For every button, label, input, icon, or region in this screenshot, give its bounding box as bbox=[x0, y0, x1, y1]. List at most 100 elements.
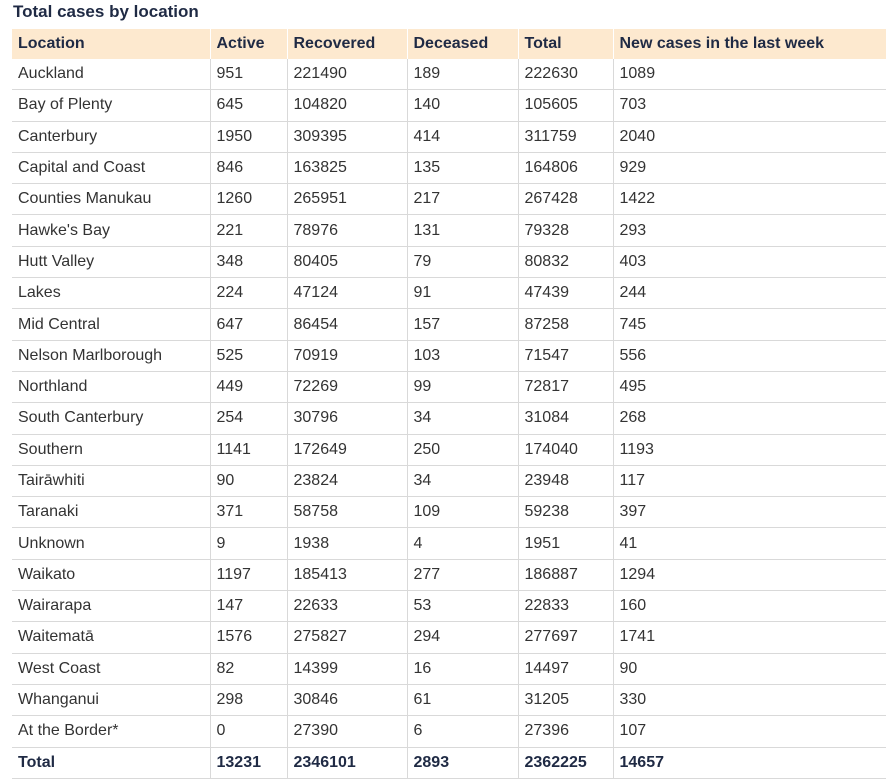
location-cell: Nelson Marlborough bbox=[12, 340, 211, 372]
column-header-active: Active bbox=[210, 29, 288, 59]
total-new-cases: 14657 bbox=[613, 747, 886, 779]
column-header-new-cases: New cases in the last week bbox=[613, 29, 886, 59]
table-row: Nelson Marlborough 525 70919 103 71547 556 bbox=[12, 340, 886, 372]
total-cell: 22833 bbox=[518, 590, 614, 623]
deceased-cell: 414 bbox=[407, 121, 519, 153]
active-cell: 647 bbox=[210, 308, 288, 341]
recovered-cell: 47124 bbox=[287, 277, 408, 310]
location-cell: Tairāwhiti bbox=[12, 465, 211, 498]
location-cell: West Coast bbox=[12, 653, 211, 685]
table-row: Southern 1141 172649 250 174040 1193 bbox=[12, 434, 886, 466]
recovered-cell: 70919 bbox=[287, 340, 408, 372]
recovered-cell: 78976 bbox=[287, 214, 408, 247]
active-cell: 645 bbox=[210, 89, 288, 122]
new-cases-cell: 929 bbox=[613, 152, 886, 185]
location-cell: Lakes bbox=[12, 277, 211, 310]
column-header-deceased: Deceased bbox=[407, 29, 519, 59]
deceased-cell: 189 bbox=[407, 59, 519, 91]
new-cases-cell: 397 bbox=[613, 496, 886, 529]
column-header-total: Total bbox=[518, 29, 614, 59]
table-row: Capital and Coast 846 163825 135 164806 929 bbox=[12, 152, 886, 185]
recovered-cell: 86454 bbox=[287, 308, 408, 341]
new-cases-cell: 160 bbox=[613, 590, 886, 623]
table-row: Hutt Valley 348 80405 79 80832 403 bbox=[12, 246, 886, 279]
table-row: Canterbury 1950 309395 414 311759 2040 bbox=[12, 121, 886, 153]
total-cell: 80832 bbox=[518, 246, 614, 279]
total-deceased: 2893 bbox=[407, 747, 519, 779]
recovered-cell: 14399 bbox=[287, 653, 408, 685]
table-row: South Canterbury 254 30796 34 31084 268 bbox=[12, 402, 886, 435]
location-cell: Wairarapa bbox=[12, 590, 211, 623]
active-cell: 1197 bbox=[210, 559, 288, 592]
location-cell: At the Border* bbox=[12, 715, 211, 748]
total-cell: 277697 bbox=[518, 621, 614, 654]
total-cell: 164806 bbox=[518, 152, 614, 185]
recovered-cell: 265951 bbox=[287, 183, 408, 216]
deceased-cell: 16 bbox=[407, 653, 519, 685]
new-cases-cell: 41 bbox=[613, 527, 886, 560]
active-cell: 254 bbox=[210, 402, 288, 435]
total-cell: 1951 bbox=[518, 527, 614, 560]
cases-by-location-table: Location Active Recovered Deceased Total… bbox=[12, 29, 886, 779]
new-cases-cell: 330 bbox=[613, 684, 886, 717]
recovered-cell: 72269 bbox=[287, 371, 408, 404]
table-body: Auckland 951 221490 189 222630 1089 Bay of Ple… bbox=[12, 59, 886, 748]
recovered-cell: 1938 bbox=[287, 527, 408, 560]
active-cell: 951 bbox=[210, 59, 288, 91]
table-title: Total cases by location bbox=[13, 2, 199, 21]
location-cell: Taranaki bbox=[12, 496, 211, 529]
location-cell: Whanganui bbox=[12, 684, 211, 717]
table-row: Auckland 951 221490 189 222630 1089 bbox=[12, 59, 886, 91]
total-cell: 31205 bbox=[518, 684, 614, 717]
active-cell: 82 bbox=[210, 653, 288, 685]
table-row: Waitematā 1576 275827 294 277697 1741 bbox=[12, 621, 886, 654]
new-cases-cell: 268 bbox=[613, 402, 886, 435]
deceased-cell: 157 bbox=[407, 308, 519, 341]
location-cell: Northland bbox=[12, 371, 211, 404]
total-cell: 105605 bbox=[518, 89, 614, 122]
recovered-cell: 185413 bbox=[287, 559, 408, 592]
total-recovered: 2346101 bbox=[287, 747, 408, 779]
total-active: 13231 bbox=[210, 747, 288, 779]
deceased-cell: 131 bbox=[407, 214, 519, 247]
recovered-cell: 58758 bbox=[287, 496, 408, 529]
total-cell: 79328 bbox=[518, 214, 614, 247]
table-row: Counties Manukau 1260 265951 217 267428 1422 bbox=[12, 183, 886, 216]
new-cases-cell: 1089 bbox=[613, 59, 886, 91]
table-row: Whanganui 298 30846 61 31205 330 bbox=[12, 684, 886, 717]
deceased-cell: 217 bbox=[407, 183, 519, 216]
new-cases-cell: 1741 bbox=[613, 621, 886, 654]
deceased-cell: 6 bbox=[407, 715, 519, 748]
deceased-cell: 61 bbox=[407, 684, 519, 717]
location-cell: Canterbury bbox=[12, 121, 211, 153]
total-cell: 27396 bbox=[518, 715, 614, 748]
deceased-cell: 4 bbox=[407, 527, 519, 560]
column-header-recovered: Recovered bbox=[287, 29, 408, 59]
active-cell: 147 bbox=[210, 590, 288, 623]
active-cell: 1576 bbox=[210, 621, 288, 654]
table-row: Bay of Plenty 645 104820 140 105605 703 bbox=[12, 89, 886, 122]
total-cell: 87258 bbox=[518, 308, 614, 341]
location-cell: Southern bbox=[12, 434, 211, 466]
location-cell: Bay of Plenty bbox=[12, 89, 211, 122]
total-cell: 59238 bbox=[518, 496, 614, 529]
location-cell: Hawke's Bay bbox=[12, 214, 211, 247]
location-cell: Capital and Coast bbox=[12, 152, 211, 185]
total-cell: 72817 bbox=[518, 371, 614, 404]
deceased-cell: 91 bbox=[407, 277, 519, 310]
deceased-cell: 103 bbox=[407, 340, 519, 372]
deceased-cell: 99 bbox=[407, 371, 519, 404]
active-cell: 224 bbox=[210, 277, 288, 310]
active-cell: 525 bbox=[210, 340, 288, 372]
location-cell: South Canterbury bbox=[12, 402, 211, 435]
table-row: Wairarapa 147 22633 53 22833 160 bbox=[12, 590, 886, 623]
active-cell: 371 bbox=[210, 496, 288, 529]
active-cell: 0 bbox=[210, 715, 288, 748]
total-cell: 267428 bbox=[518, 183, 614, 216]
location-cell: Waitematā bbox=[12, 621, 211, 654]
recovered-cell: 22633 bbox=[287, 590, 408, 623]
column-header-location: Location bbox=[12, 29, 211, 59]
recovered-cell: 309395 bbox=[287, 121, 408, 153]
table-row: Tairāwhiti 90 23824 34 23948 117 bbox=[12, 465, 886, 498]
new-cases-cell: 1193 bbox=[613, 434, 886, 466]
